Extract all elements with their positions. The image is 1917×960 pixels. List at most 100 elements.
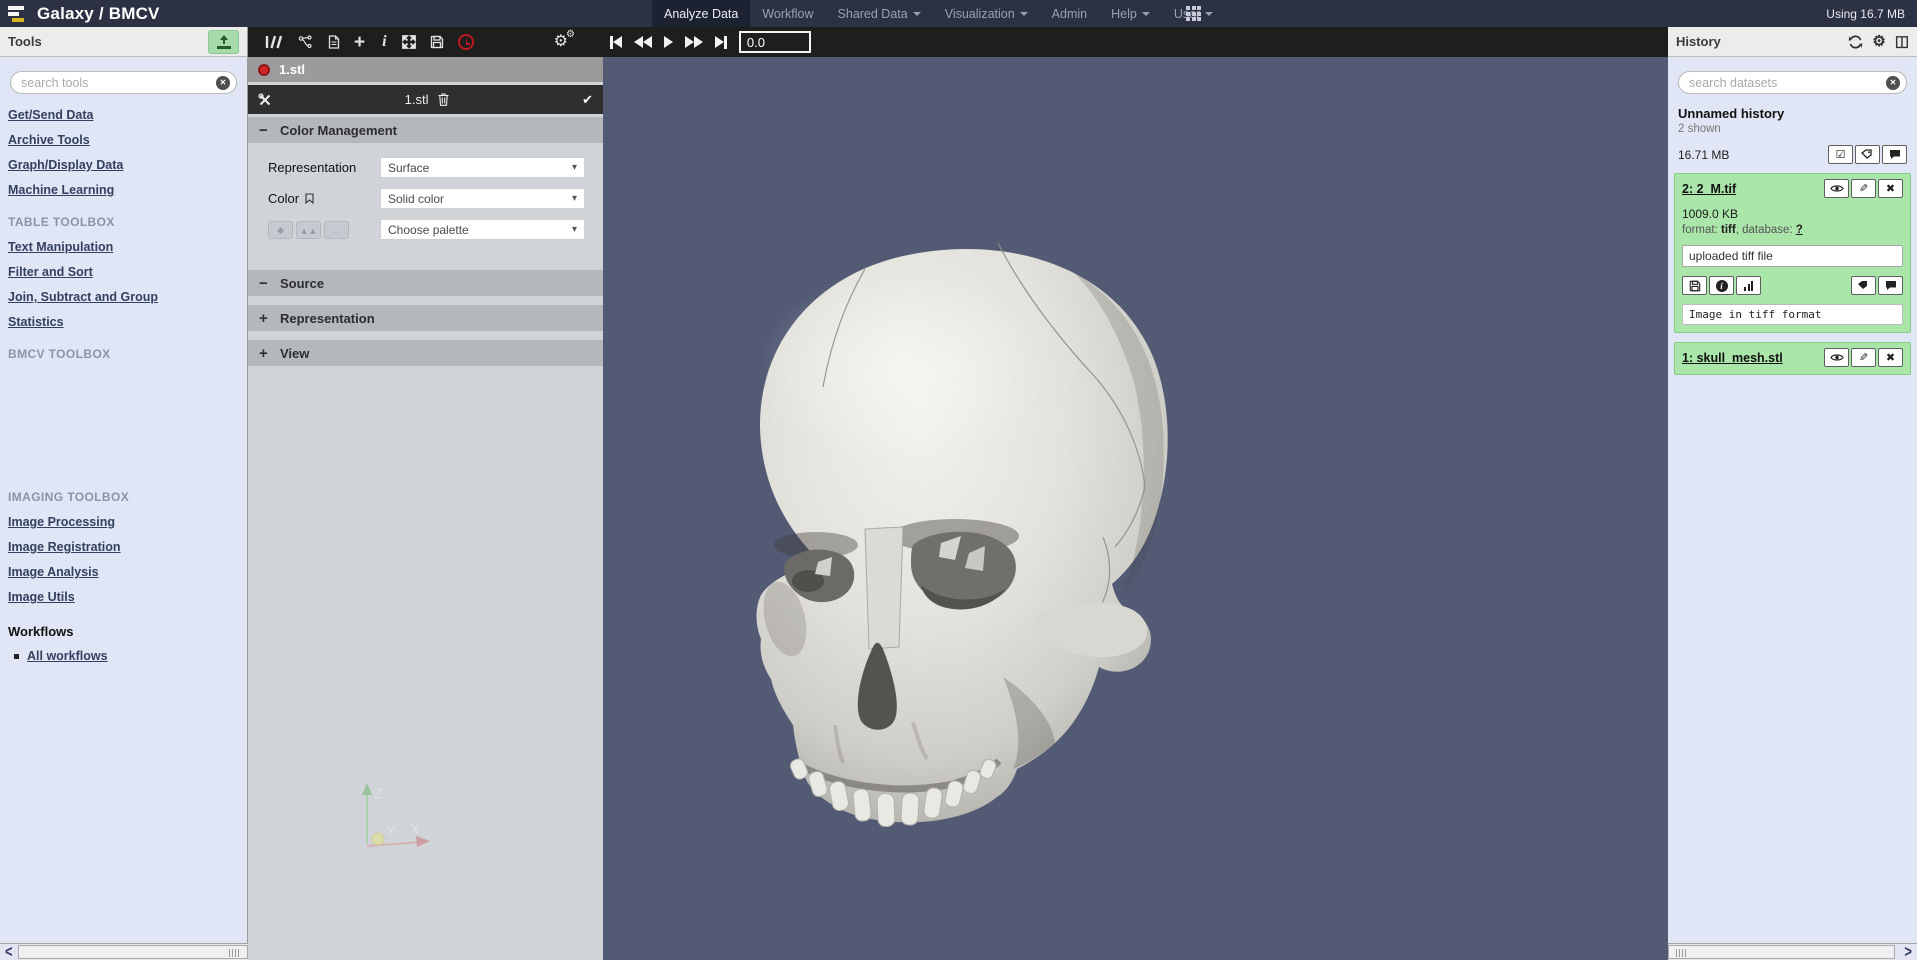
history-horizontal-scrollbar[interactable] [1668,945,1895,959]
tools-panel-title: Tools [8,34,42,49]
dataset-tab[interactable]: 1.stl [248,57,603,82]
info-icon[interactable]: i [382,34,386,50]
delete-x-button[interactable]: ✖ [1878,179,1903,198]
collapse-right-panel-chevron[interactable]: > [1904,942,1912,960]
dataset-title-link[interactable]: 2: 2_M.tif [1682,182,1736,196]
tool-link-graph-display-data[interactable]: Graph/Display Data [8,158,239,172]
clock-record-icon[interactable] [458,34,474,50]
section-color-management[interactable]: − Color Management [248,117,603,143]
apply-check-icon[interactable]: ✔ [582,92,593,108]
edit-pencil-button[interactable]: ✎ [1851,179,1876,198]
delete-x-button[interactable]: ✖ [1878,348,1903,367]
dataset-annotation-box[interactable]: uploaded tiff file [1682,245,1903,267]
masthead-nav: Analyze Data Workflow Shared Data Visual… [652,0,1225,27]
tool-link-archive-tools[interactable]: Archive Tools [8,133,239,147]
range-button[interactable]: ‥ [324,221,349,239]
fast-forward-button[interactable] [685,36,703,48]
section-representation[interactable]: + Representation [248,305,603,331]
section-source[interactable]: − Source [248,270,603,296]
charts-icon[interactable] [264,35,283,49]
representation-select[interactable]: Surface ▾ [380,157,585,178]
workflows-header: Workflows [8,624,239,639]
download-save-button[interactable] [1682,276,1707,295]
document-icon[interactable] [328,35,340,49]
fullscreen-expand-icon[interactable] [402,35,416,49]
add-icon[interactable]: + [354,33,365,52]
history-annotation-button[interactable] [1882,145,1907,164]
histogram-button[interactable]: ▲▲ [296,221,321,239]
dataset-title-link[interactable]: 1: skull_mesh.stl [1682,351,1783,365]
history-options-gear-icon[interactable]: ⚙ [1872,34,1885,49]
time-value-input[interactable] [739,31,811,53]
clear-search-icon[interactable]: ✕ [216,76,230,90]
tab-analyze-data[interactable]: Analyze Data [652,0,750,27]
brand-home-link[interactable]: Galaxy / BMCV [8,4,160,24]
collapse-left-panel-chevron[interactable]: < [5,942,13,960]
tools-wrench-icon[interactable] [258,93,272,107]
history-tags-button[interactable] [1855,145,1880,164]
multi-history-columns-icon[interactable]: ◫ [1895,34,1909,49]
eye-icon [1830,184,1844,193]
history-search-input[interactable] [1689,76,1886,90]
workflow-tree-icon[interactable] [298,35,313,49]
tab-visualization[interactable]: Visualization [933,0,1040,27]
visualize-chart-button[interactable] [1736,276,1761,295]
droplet-button[interactable]: ◆ [268,221,293,239]
tab-help[interactable]: Help [1099,0,1162,27]
chevron-down-icon: ▾ [572,224,577,235]
scroll-grip[interactable] [229,949,240,957]
refresh-icon[interactable] [1848,35,1863,49]
collapse-minus-icon: − [259,123,271,138]
apps-grid-icon[interactable] [1186,6,1202,21]
visualization-config-panel: 1.stl 1.stl ✔ − Color Managemen [248,57,603,943]
save-icon[interactable] [430,35,444,49]
clear-search-icon[interactable]: ✕ [1886,76,1900,90]
dataset-info-button[interactable]: i [1709,276,1734,295]
section-view[interactable]: + View [248,340,603,366]
scroll-grip[interactable] [1676,949,1687,957]
edit-pencil-button[interactable]: ✎ [1851,348,1876,367]
history-name[interactable]: Unnamed history [1678,106,1907,121]
representation-value: Surface [388,161,429,175]
database-label: database: [1742,224,1793,236]
tab-admin[interactable]: Admin [1040,0,1099,27]
tool-link-get-send-data[interactable]: Get/Send Data [8,108,239,122]
tab-label: Visualization [945,7,1015,21]
skip-to-end-button[interactable] [715,36,727,49]
tool-link-statistics[interactable]: Statistics [8,315,239,329]
display-eye-button[interactable] [1824,348,1849,367]
link-all-workflows[interactable]: All workflows [27,649,108,663]
tool-link-machine-learning[interactable]: Machine Learning [8,183,239,197]
tab-label: Workflow [762,7,813,21]
tab-workflow[interactable]: Workflow [750,0,825,27]
tools-horizontal-scrollbar[interactable] [18,945,248,959]
tool-link-filter-and-sort[interactable]: Filter and Sort [8,265,239,279]
tool-link-join-subtract-group[interactable]: Join, Subtract and Group [8,290,239,304]
3d-viewport[interactable] [603,57,1668,943]
main-layout: Tools ✕ Get/Send Data Archive Tools Grap… [0,27,1917,943]
database-value-link[interactable]: ? [1796,224,1803,236]
rewind-button[interactable] [634,36,652,48]
tools-search-input[interactable] [21,76,216,90]
tool-link-image-utils[interactable]: Image Utils [8,590,239,604]
settings-gears-icon[interactable]: ⚙⚙ [554,34,568,50]
skip-to-start-button[interactable] [610,36,622,49]
history-search: ✕ [1678,71,1907,94]
palette-select[interactable]: Choose palette ▾ [380,219,585,240]
tool-link-image-registration[interactable]: Image Registration [8,540,239,554]
tab-shared-data[interactable]: Shared Data [826,0,933,27]
format-label: format: [1682,224,1718,236]
chevron-down-icon: ▾ [572,162,577,173]
dataset-annotation-button[interactable] [1878,276,1903,295]
upload-button[interactable] [208,30,239,54]
display-eye-button[interactable] [1824,179,1849,198]
select-items-button[interactable]: ☑ [1828,145,1853,164]
tool-link-image-analysis[interactable]: Image Analysis [8,565,239,579]
tool-link-text-manipulation[interactable]: Text Manipulation [8,240,239,254]
trash-icon[interactable] [438,93,449,106]
tool-link-image-processing[interactable]: Image Processing [8,515,239,529]
active-file-label: 1.stl [405,92,429,107]
play-button[interactable] [664,36,673,48]
dataset-tags-button[interactable] [1851,276,1876,295]
color-select[interactable]: Solid color ▾ [380,188,585,209]
